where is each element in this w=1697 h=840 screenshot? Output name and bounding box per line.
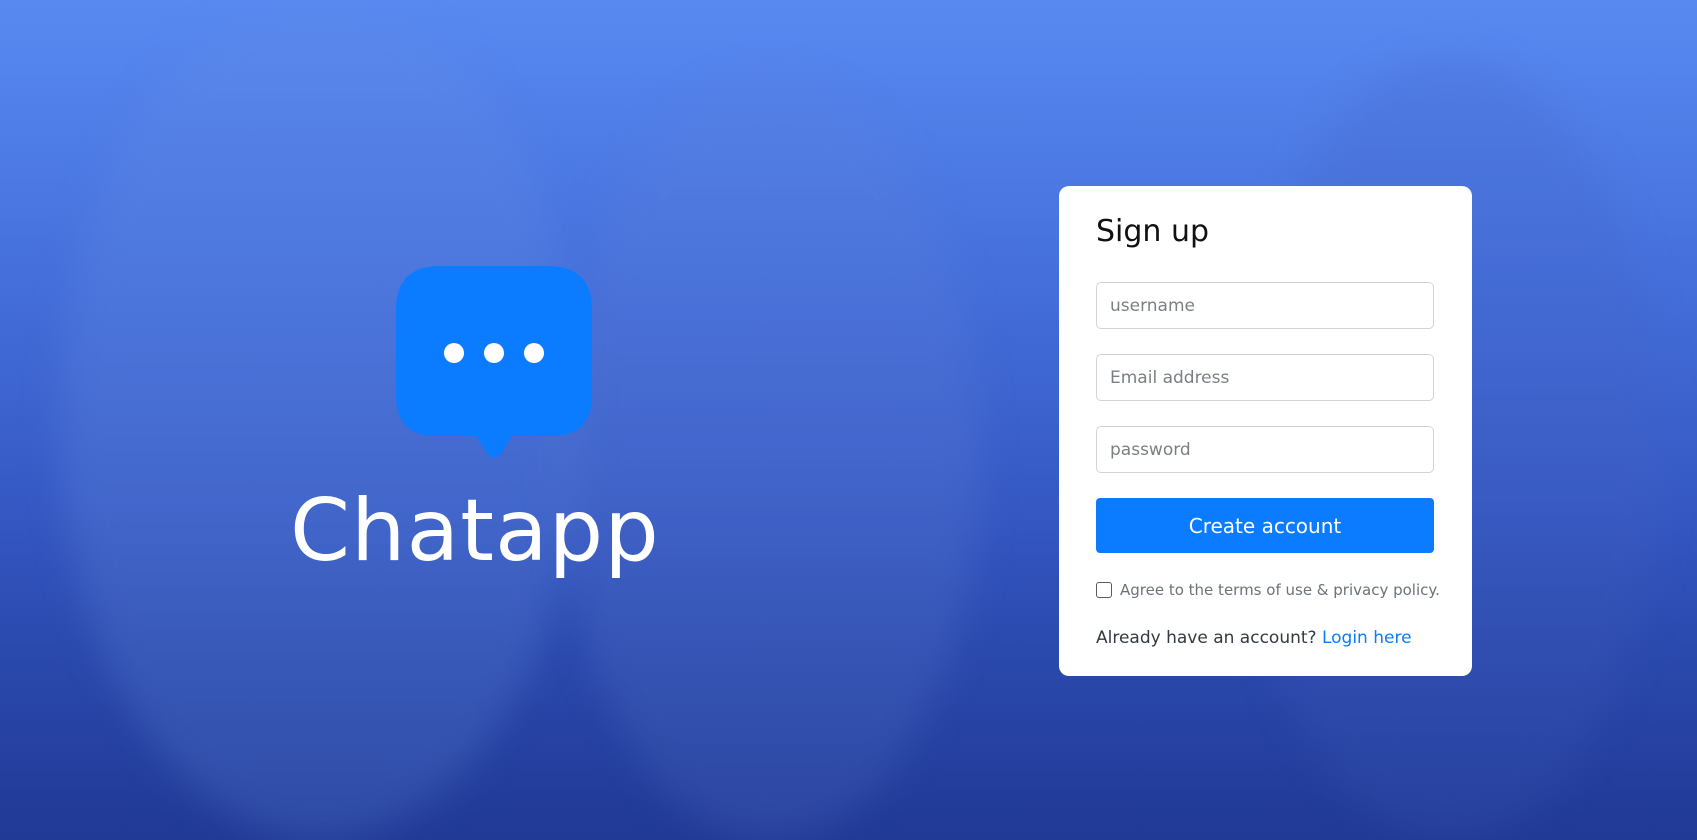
signup-card: Sign up Create account Agree to the term… — [1059, 186, 1472, 676]
signup-page: Chatapp Sign up Create account Agree to … — [0, 0, 1697, 840]
create-account-button[interactable]: Create account — [1096, 498, 1434, 553]
terms-checkbox[interactable] — [1096, 582, 1112, 598]
chat-bubble-dots-icon — [396, 266, 592, 458]
email-input[interactable] — [1096, 354, 1434, 401]
brand-name: Chatapp — [290, 481, 660, 581]
signup-title: Sign up — [1096, 214, 1210, 249]
login-prompt-row: Already have an account? Login here — [1096, 628, 1412, 648]
username-input[interactable] — [1096, 282, 1434, 329]
login-prompt-text: Already have an account? — [1096, 628, 1322, 648]
login-link[interactable]: Login here — [1322, 628, 1412, 648]
terms-row: Agree to the terms of use & privacy poli… — [1096, 581, 1441, 599]
terms-label[interactable]: Agree to the terms of use & privacy poli… — [1120, 581, 1440, 599]
brand-block: Chatapp — [290, 266, 690, 596]
password-input[interactable] — [1096, 426, 1434, 473]
